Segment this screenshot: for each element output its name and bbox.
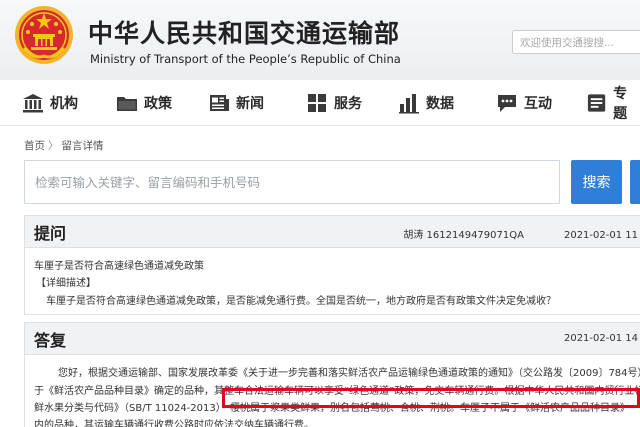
question-detail-text: 车厘子是否符合高速绿色通道减免政策，是否能减免通行费。全国是否统一，地方政府是否… (46, 296, 556, 307)
search-button[interactable]: 搜索 (571, 160, 622, 204)
header-search-box (512, 30, 640, 54)
question-date: 2021-02-01 11 (563, 230, 638, 241)
nav-label: 新闻 (236, 96, 264, 112)
question-meta: 胡涛 1612149479071QA 2021-02-01 11 (403, 226, 638, 241)
folder-icon (117, 97, 137, 111)
answer-text-line: 内的品种，其运输车辆通行收费公路时应依法交纳车辆通行费。 (34, 420, 314, 427)
nav-label: 机构 (50, 96, 78, 112)
nav-label: 专题 (613, 86, 628, 122)
nav-label: 服务 (334, 96, 362, 112)
question-heading: 提问 (34, 224, 67, 243)
breadcrumb-current: 留言详情 (61, 140, 104, 152)
question-detail-label: 【详细描述】 (36, 278, 96, 289)
answer-heading: 答复 (34, 331, 67, 350)
question-panel-header: 提问 胡涛 1612149479071QA 2021-02-01 11 (25, 216, 640, 248)
header-search-input[interactable] (513, 32, 640, 54)
site-title-en: Ministry of Transport of the People’s Re… (90, 52, 401, 66)
main-nav: 机构 政策 新闻 服务 数据 互动 专题 (0, 80, 640, 126)
breadcrumb-separator: 〉 (48, 140, 59, 152)
nav-item-interact[interactable]: 互动 (496, 80, 552, 126)
service-grid-icon (308, 94, 326, 112)
nav-label: 政策 (144, 96, 172, 112)
nav-item-service[interactable]: 服务 (306, 80, 362, 126)
national-emblem-icon[interactable] (14, 4, 74, 66)
institution-icon (23, 94, 43, 113)
chat-bubble-icon (498, 95, 516, 112)
bar-chart-icon (399, 94, 419, 114)
answer-date: 2021-02-01 14 (563, 333, 638, 344)
message-search-box (24, 160, 560, 204)
answer-text-line: 您好，根据交通运输部、国家发展改革委《关于进一步完善和落实鲜活农产品运输绿色通道… (58, 368, 640, 379)
secondary-action-button[interactable] (630, 160, 640, 204)
question-title: 车厘子是否符合高速绿色通道减免政策 (34, 261, 204, 272)
nav-item-topic[interactable]: 专题 (586, 80, 640, 126)
nav-item-policy[interactable]: 政策 (116, 80, 172, 126)
site-header: 中华人民共和国交通运输部 Ministry of Transport of th… (0, 0, 640, 80)
nav-label: 数据 (426, 96, 454, 112)
message-search-input[interactable] (25, 161, 559, 203)
nav-label: 互动 (524, 96, 552, 112)
topic-icon (587, 94, 606, 112)
site-title-cn: 中华人民共和国交通运输部 (88, 19, 401, 48)
newspaper-icon (210, 95, 229, 111)
breadcrumb-home-link[interactable]: 首页 (24, 140, 45, 152)
question-author: 胡涛 1612149479071QA (403, 230, 524, 241)
nav-item-institution[interactable]: 机构 (22, 80, 78, 126)
answer-text-line: 鲜水果分类与代码》（SB/T 11024-2013） (34, 403, 226, 414)
answer-panel-header: 答复 2021-02-01 14 (25, 323, 640, 355)
highlight-annotation-box (222, 388, 640, 408)
nav-item-news[interactable]: 新闻 (208, 80, 264, 126)
answer-meta: 2021-02-01 14 (564, 333, 638, 344)
breadcrumb: 首页〉留言详情 (24, 138, 104, 153)
nav-item-data[interactable]: 数据 (398, 80, 454, 126)
